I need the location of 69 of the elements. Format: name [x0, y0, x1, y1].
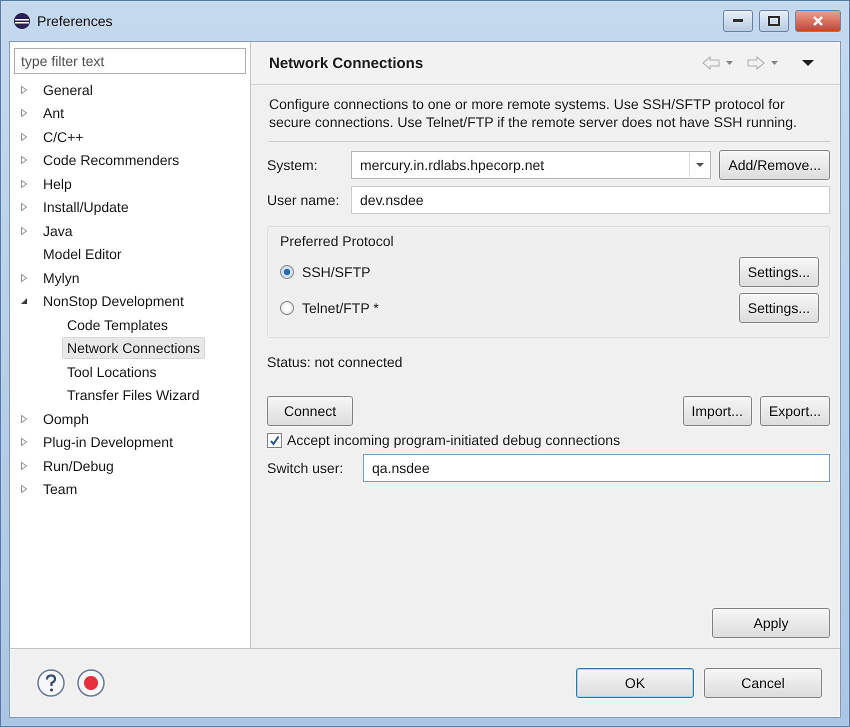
close-button[interactable]	[795, 10, 841, 32]
collapsed-arrow-icon[interactable]	[20, 156, 28, 164]
description-text: Configure connections to one or more remote systems. Use SSH/SFTP protocol for secure connections. Use Telnet/FTP if the remote server does not have SSH running.	[269, 95, 830, 142]
collapsed-arrow-icon[interactable]	[20, 86, 28, 94]
export-button[interactable]: Export...	[760, 396, 830, 426]
maximize-icon	[768, 16, 780, 26]
add-remove-button[interactable]: Add/Remove...	[719, 150, 830, 180]
apply-button[interactable]: Apply	[712, 608, 830, 638]
checkmark-icon	[269, 434, 280, 446]
radio-button[interactable]	[280, 265, 294, 279]
tree-item[interactable]: Code Templates	[62, 314, 173, 336]
tree-item[interactable]: NonStop Development	[38, 290, 189, 312]
radio-label: Telnet/FTP *	[302, 300, 380, 316]
expanded-arrow-icon[interactable]	[20, 297, 28, 306]
settings-button[interactable]: Settings...	[738, 293, 819, 323]
filter-field[interactable]: type filter text	[14, 48, 246, 74]
tree-item[interactable]: Code Recommenders	[38, 149, 184, 172]
tree-item[interactable]: Plug-in Development	[38, 431, 178, 454]
close-icon	[812, 15, 824, 27]
checkbox[interactable]	[267, 432, 282, 448]
field-label: User name:	[267, 192, 340, 208]
collapsed-arrow-icon[interactable]	[20, 132, 28, 141]
checkbox-label: Accept incoming program-initiated debug connections	[287, 432, 620, 448]
collapsed-arrow-icon[interactable]	[20, 226, 28, 235]
minimize-button[interactable]	[723, 10, 753, 32]
tree-item[interactable]: Run/Debug	[38, 454, 119, 477]
collapsed-arrow-icon[interactable]	[20, 414, 28, 423]
tree-item[interactable]: Tool Locations	[62, 360, 162, 383]
tree-item[interactable]: Java	[38, 220, 78, 242]
tree-item[interactable]: Network Connections	[62, 337, 206, 360]
tree-item[interactable]: Team	[38, 478, 82, 500]
caret-icon	[696, 163, 704, 167]
window-title: Preferences	[37, 13, 114, 29]
tree-item[interactable]: Transfer Files Wizard	[62, 384, 205, 406]
tree-item[interactable]: C/C++	[38, 126, 88, 148]
field-label: System:	[267, 157, 319, 173]
collapsed-arrow-icon[interactable]	[20, 180, 28, 188]
maximize-button[interactable]	[759, 10, 789, 32]
collapsed-arrow-icon[interactable]	[20, 438, 28, 446]
import-button[interactable]: Import...	[682, 396, 752, 426]
tree-item[interactable]: Help	[38, 172, 77, 195]
collapsed-arrow-icon[interactable]	[20, 109, 28, 118]
tree-item[interactable]: General	[38, 78, 98, 101]
minimize-icon	[733, 19, 743, 23]
help-icon[interactable]	[36, 668, 66, 698]
app-icon	[13, 12, 31, 30]
tree-item[interactable]: Model Editor	[38, 243, 127, 266]
cancel-button[interactable]: Cancel	[704, 668, 822, 698]
collapsed-arrow-icon[interactable]	[20, 203, 28, 212]
settings-button[interactable]: Settings...	[738, 257, 819, 287]
radio-label: SSH/SFTP	[302, 264, 372, 280]
collapsed-arrow-icon[interactable]	[20, 462, 28, 470]
tree-item[interactable]: Ant	[38, 102, 70, 124]
radio-button[interactable]	[280, 301, 294, 315]
group-title: Preferred Protocol	[280, 233, 395, 249]
field-label: Switch user:	[267, 460, 344, 476]
status-text: Status: not connected	[267, 354, 404, 370]
collapsed-arrow-icon[interactable]	[20, 274, 28, 282]
tree-item[interactable]: Mylyn	[38, 266, 85, 289]
ok-button[interactable]: OK	[576, 668, 694, 698]
connect-button[interactable]: Connect	[267, 396, 354, 426]
user-name-field[interactable]: dev.nsdee	[351, 186, 830, 214]
switch-user-field[interactable]: qa.nsdee	[363, 454, 830, 482]
tree-item[interactable]: Oomph	[38, 408, 94, 430]
page-title: Network Connections	[269, 54, 424, 72]
record-icon[interactable]	[76, 668, 106, 698]
tree-item[interactable]: Install/Update	[38, 196, 134, 218]
collapsed-arrow-icon[interactable]	[20, 485, 28, 494]
system-dropdown[interactable]: mercury.in.rdlabs.hpecorp.net	[351, 151, 712, 179]
